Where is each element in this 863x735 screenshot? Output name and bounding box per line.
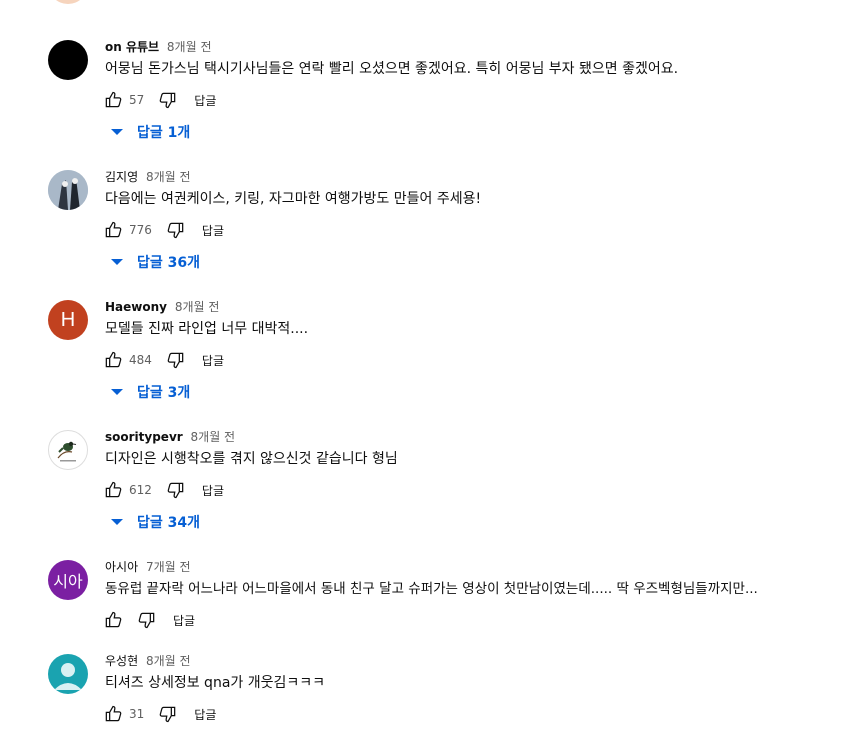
thumb-down-icon[interactable] xyxy=(164,348,188,372)
comment-header: on 유튜브 8개월 전 xyxy=(105,38,212,56)
comment-time[interactable]: 8개월 전 xyxy=(175,300,220,314)
comment-actions: 776 답글 xyxy=(101,218,224,242)
replies-label: 답글 36개 xyxy=(137,255,200,271)
comment-header: 김지영 8개월 전 xyxy=(105,168,191,186)
like-count: 776 xyxy=(129,223,152,237)
like-count: 612 xyxy=(129,483,152,497)
view-replies-button[interactable]: 답글 3개 xyxy=(109,382,190,402)
comment-header: 아시아 7개월 전 xyxy=(105,558,191,576)
thumb-down-icon[interactable] xyxy=(135,608,159,632)
comment-text: 티셔즈 상세정보 qna가 개웃김ㅋㅋㅋ xyxy=(105,675,326,691)
thumb-up-icon[interactable] xyxy=(101,702,125,726)
comment-text: 다음에는 여권케이스, 키링, 자그마한 여행가방도 만들어 주세용! xyxy=(105,191,482,207)
reply-button[interactable]: 답글 xyxy=(194,92,216,109)
thumb-up-icon[interactable] xyxy=(101,608,125,632)
comment-time[interactable]: 8개월 전 xyxy=(167,40,212,54)
reply-button[interactable]: 답글 xyxy=(202,222,224,239)
view-replies-button[interactable]: 답글 1개 xyxy=(109,122,190,142)
comment-text: 모델들 진짜 라인업 너무 대박적.... xyxy=(105,321,309,337)
comment-time[interactable]: 8개월 전 xyxy=(146,654,191,668)
comment-author[interactable]: on 유튜브 xyxy=(105,40,159,54)
comment-actions: 31 답글 xyxy=(101,702,216,726)
comment-text: 어뭉님 돈가스님 택시기사님들은 연락 빨리 오셨으면 좋겠어요. 특히 어뭉님… xyxy=(105,61,679,77)
avatar[interactable] xyxy=(48,654,88,694)
thumb-down-icon[interactable] xyxy=(164,218,188,242)
thumb-up-icon[interactable] xyxy=(101,88,125,112)
replies-label: 답글 34개 xyxy=(137,515,200,531)
replies-label: 답글 3개 xyxy=(137,385,191,401)
avatar[interactable] xyxy=(48,170,88,210)
like-count: 31 xyxy=(129,707,145,721)
avatar[interactable] xyxy=(48,430,88,470)
avatar[interactable] xyxy=(48,40,88,80)
comment-actions: 612 답글 xyxy=(101,478,224,502)
comment-text: 디자인은 시행착오를 겪지 않으신것 같습니다 형님 xyxy=(105,451,398,467)
reply-button[interactable]: 답글 xyxy=(202,482,224,499)
comment-header: 우성현 8개월 전 xyxy=(105,652,191,670)
comment-author[interactable]: 우성현 xyxy=(105,654,138,668)
thumb-down-icon[interactable] xyxy=(156,88,180,112)
comment-time[interactable]: 8개월 전 xyxy=(146,170,191,184)
replies-label: 답글 1개 xyxy=(137,125,191,141)
caret-down-icon xyxy=(111,389,123,395)
avatar[interactable]: H xyxy=(48,300,88,340)
comment-author[interactable]: 김지영 xyxy=(105,170,138,184)
comment-time[interactable]: 8개월 전 xyxy=(191,430,236,444)
comment-actions: 484 답글 xyxy=(101,348,224,372)
thumb-down-icon[interactable] xyxy=(156,702,180,726)
comment-author[interactable]: sooritypevr xyxy=(105,430,183,444)
reply-button[interactable]: 답글 xyxy=(202,352,224,369)
caret-down-icon xyxy=(111,259,123,265)
comment-header: sooritypevr 8개월 전 xyxy=(105,428,235,446)
like-count: 484 xyxy=(129,353,152,367)
view-replies-button[interactable]: 답글 36개 xyxy=(109,252,200,272)
caret-down-icon xyxy=(111,519,123,525)
comment-author[interactable]: 아시아 xyxy=(105,560,138,574)
caret-down-icon xyxy=(111,129,123,135)
avatar[interactable] xyxy=(48,0,88,4)
thumb-down-icon[interactable] xyxy=(164,478,188,502)
comment-time[interactable]: 7개월 전 xyxy=(146,560,191,574)
thumb-up-icon[interactable] xyxy=(101,348,125,372)
comment-text: 동유럽 끝자락 어느나라 어느마을에서 동내 친구 달고 슈퍼가는 영상이 첫만… xyxy=(105,581,758,597)
thumb-up-icon[interactable] xyxy=(101,218,125,242)
like-count: 57 xyxy=(129,93,145,107)
view-replies-button[interactable]: 답글 34개 xyxy=(109,512,200,532)
reply-button[interactable]: 답글 xyxy=(173,612,195,629)
comment-author[interactable]: Haewony xyxy=(105,300,167,314)
comment-actions: 답글 xyxy=(101,608,195,632)
thumb-up-icon[interactable] xyxy=(101,478,125,502)
comment-actions: 57 답글 xyxy=(101,88,216,112)
reply-button[interactable]: 답글 xyxy=(194,706,216,723)
comment-header: Haewony 8개월 전 xyxy=(105,298,219,316)
avatar[interactable]: 시아 xyxy=(48,560,88,600)
